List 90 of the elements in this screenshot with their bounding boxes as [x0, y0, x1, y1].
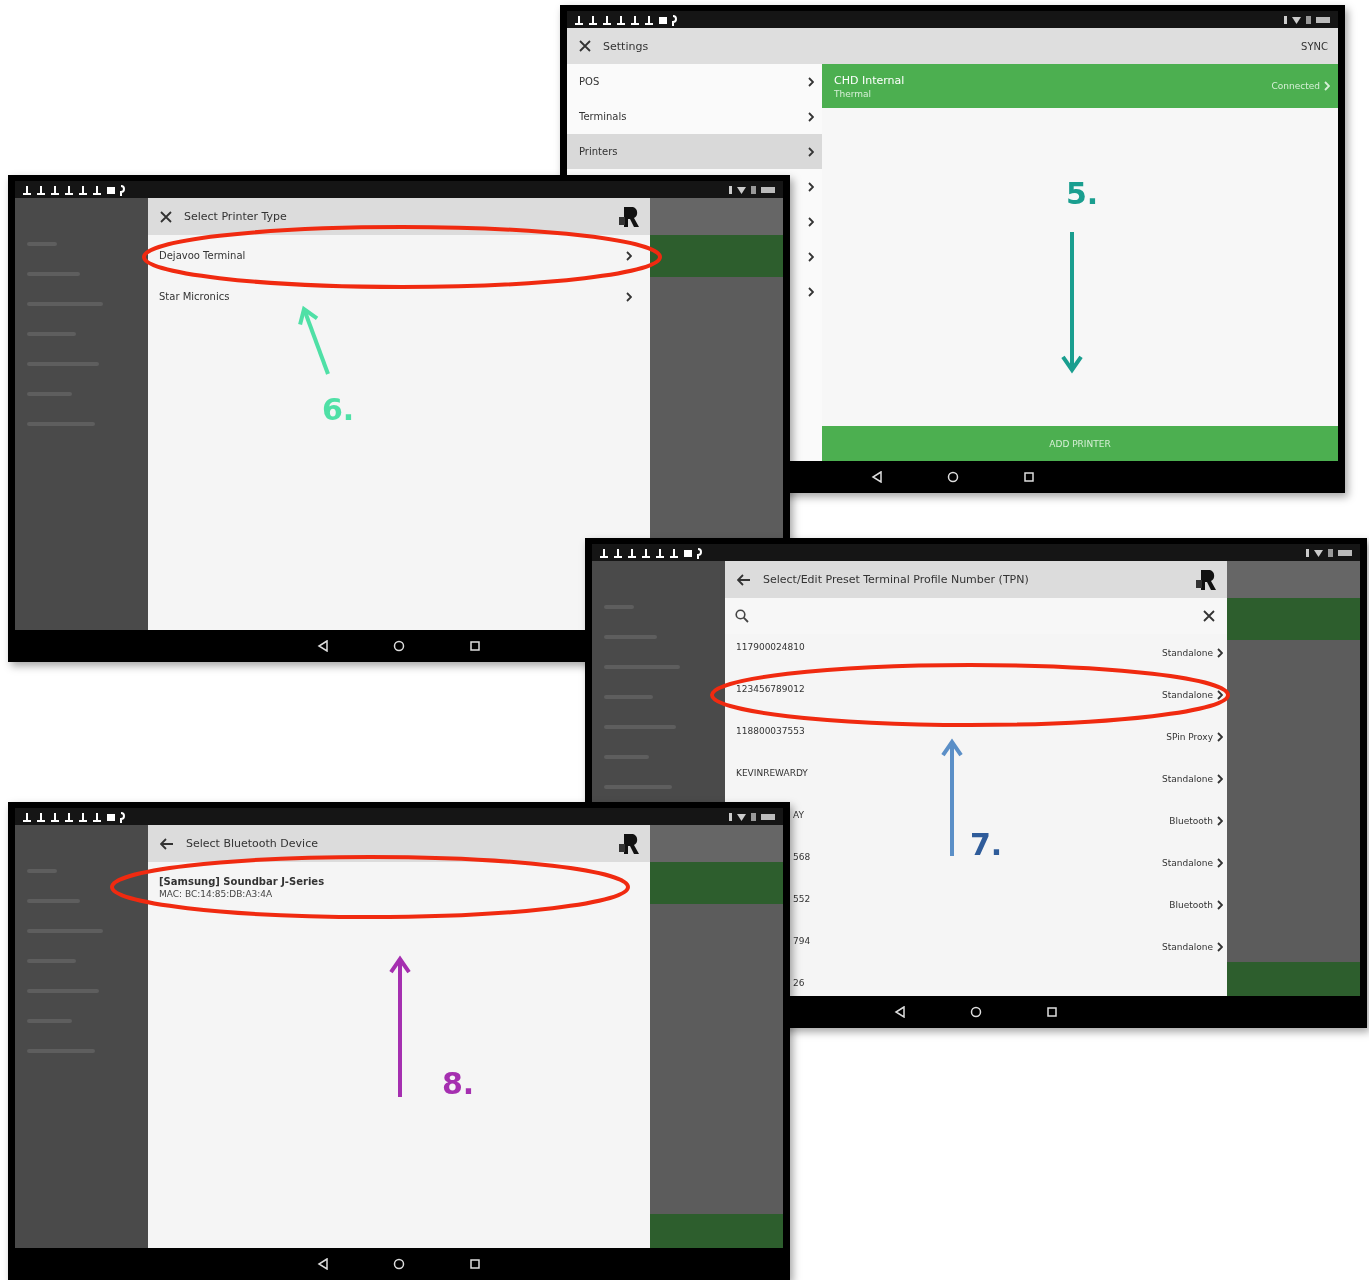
recents-icon[interactable]: [1046, 1006, 1058, 1018]
sidebar-item[interactable]: Terminals: [567, 99, 822, 134]
tpn-row[interactable]: KEVINREWARDY Standalone: [725, 760, 1227, 802]
chevron-icon: [808, 146, 814, 157]
connection-mode: Standalone: [1162, 690, 1213, 700]
chevron-icon: [808, 181, 814, 192]
sidebar-label: Terminals: [579, 111, 627, 122]
app-title: Settings: [603, 39, 650, 53]
tpn-number: 26: [793, 978, 805, 988]
home-icon[interactable]: [946, 471, 959, 483]
home-icon[interactable]: [393, 1258, 405, 1270]
recents-icon[interactable]: [1022, 471, 1035, 483]
sidebar-label: POS: [579, 76, 600, 87]
recents-icon[interactable]: [469, 1258, 481, 1270]
dialog-title: Select Bluetooth Device: [186, 837, 319, 850]
chevron-icon: [1217, 690, 1223, 700]
step-number: 6.: [322, 392, 355, 427]
tpn-number: 118800037553: [736, 726, 805, 736]
back-icon[interactable]: [870, 471, 883, 483]
connection-mode: Bluetooth: [1169, 816, 1213, 826]
tpn-row[interactable]: 117900024810 Standalone: [725, 634, 1227, 676]
chevron-icon: [1324, 81, 1330, 91]
close-icon[interactable]: [579, 40, 591, 52]
tpn-number: KEVINREWARDY: [736, 768, 808, 778]
chevron-icon: [1217, 858, 1223, 868]
chevron-icon: [1217, 942, 1223, 952]
chevron-icon: [1217, 816, 1223, 826]
recents-icon[interactable]: [469, 640, 481, 652]
home-icon[interactable]: [970, 1006, 982, 1018]
item-label: Star Micronics: [159, 291, 230, 302]
chevron-icon: [1217, 648, 1223, 658]
system-icons-drawing: [727, 183, 777, 196]
annotation-arrow: [298, 305, 330, 375]
dialog-title: Select Printer Type: [184, 210, 288, 223]
back-icon[interactable]: [317, 640, 329, 652]
back-icon[interactable]: [894, 1006, 906, 1018]
logo-icon: [618, 204, 642, 229]
list-item[interactable]: Star Micronics: [148, 276, 650, 317]
tpn-number: 794: [793, 936, 811, 946]
step-number: 7.: [970, 827, 1003, 862]
chevron-icon: [1217, 732, 1223, 742]
tpn-number: 123456789012: [736, 684, 805, 694]
chevron-icon: [808, 111, 814, 122]
logo-icon: [618, 831, 642, 856]
sidebar-item[interactable]: POS: [567, 64, 822, 99]
connection-mode: Standalone: [1162, 648, 1213, 658]
item-label: Dejavoo Terminal: [159, 250, 246, 261]
chevron-icon: [1217, 774, 1223, 784]
logo-icon: [1195, 567, 1219, 592]
connection-mode: Standalone: [1162, 774, 1213, 784]
chevron-icon: [626, 250, 632, 261]
close-icon[interactable]: [160, 210, 172, 223]
device-row[interactable]: [Samsung] Soundbar J-Series MAC: BC:14:85:DB:A3:4A: [148, 862, 650, 912]
chevron-icon: [808, 216, 814, 227]
printer-status: Connected: [1271, 81, 1320, 91]
step-number: 5.: [1066, 176, 1099, 211]
tpn-row[interactable]: 123456789012 Standalone: [725, 676, 1227, 718]
close-icon[interactable]: [1203, 610, 1215, 622]
tpn-number: 552: [793, 894, 811, 904]
search-icon: [735, 609, 749, 623]
home-icon[interactable]: [393, 640, 405, 652]
back-icon[interactable]: [317, 1258, 329, 1270]
chevron-icon: [808, 286, 814, 297]
chevron-icon: [808, 76, 814, 87]
connection-mode: Standalone: [1162, 942, 1213, 952]
chevron-icon: [1217, 900, 1223, 910]
system-icons-drawing: [1304, 546, 1354, 559]
tpn-number: AY: [793, 810, 804, 820]
back-arrow-icon[interactable]: [160, 837, 174, 850]
list-item[interactable]: Dejavoo Terminal: [148, 235, 650, 276]
tpn-row[interactable]: 118800037553 SPin Proxy: [725, 718, 1227, 760]
connection-mode: Bluetooth: [1169, 900, 1213, 910]
chevron-icon: [808, 251, 814, 262]
sidebar-label: Printers: [579, 146, 618, 157]
chevron-icon: [626, 291, 632, 302]
dialog-title: Select/Edit Preset Terminal Profile Number (TPN): [763, 573, 1030, 586]
back-arrow-icon[interactable]: [737, 573, 751, 586]
connection-mode: Standalone: [1162, 858, 1213, 868]
tpn-number: 117900024810: [736, 642, 805, 652]
tpn-number: 568: [793, 852, 811, 862]
system-icons-drawing: [1282, 13, 1332, 26]
step-number: 8.: [442, 1066, 475, 1101]
connection-mode: SPin Proxy: [1166, 732, 1213, 742]
sidebar-item[interactable]: Printers: [567, 134, 822, 169]
sync-button[interactable]: SYNC: [1301, 40, 1328, 52]
printer-type: Thermal: [834, 88, 873, 99]
device-mac: MAC: BC:14:85:DB:A3:4A: [159, 888, 274, 899]
system-icons-drawing: [727, 810, 777, 823]
printer-name: CHD Internal: [834, 73, 905, 87]
device-name: [Samsung] Soundbar J-Series: [159, 875, 326, 887]
